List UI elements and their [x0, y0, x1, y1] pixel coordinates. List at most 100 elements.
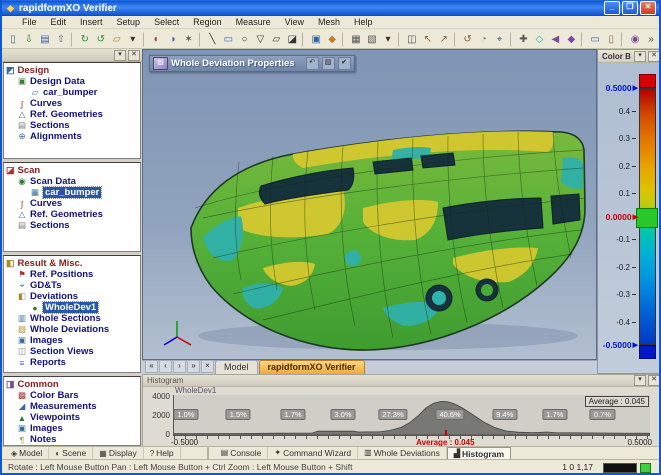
tree-item[interactable]: ▣Images — [6, 423, 140, 434]
tree-item[interactable]: ◫Section Views — [6, 346, 140, 357]
tree-item[interactable]: ⊕Alignments — [6, 131, 140, 142]
histogram-plot[interactable]: 1.0%1.5%1.7%3.0%27.3%40.6%9.4%1.7%0.7% A… — [173, 395, 650, 436]
tree-item[interactable]: ◧Deviations — [6, 291, 140, 302]
select-line-icon[interactable]: ╲ — [204, 31, 220, 48]
tree-section-title-design[interactable]: ◩ Design — [6, 64, 140, 76]
diamond-purple-icon[interactable]: ◆ — [563, 31, 579, 48]
whole-deviation-properties-toolbar[interactable]: ▨ Whole Deviation Properties ↶ ▨ ✔ — [149, 55, 355, 72]
tree-item[interactable]: △Ref. Geometries — [6, 109, 140, 120]
tree-item[interactable]: ◢Measurements — [6, 401, 140, 412]
tree-item[interactable]: ◉Scan Data — [6, 176, 140, 187]
pin-icon[interactable]: ▾ — [634, 375, 646, 386]
tree-item[interactable]: ▲Viewpoints — [6, 412, 140, 423]
menu-item[interactable]: Help — [348, 17, 379, 27]
tree-item[interactable]: ▤Sections — [6, 220, 140, 231]
tree-item[interactable]: ¶Notes — [6, 434, 140, 445]
tree-item[interactable]: ▩Color Bars — [6, 390, 140, 401]
tree-item[interactable]: ●WholeDev1 — [6, 302, 140, 313]
tab-scroll-first-button[interactable]: « — [145, 360, 158, 373]
tab-scroll-next-button[interactable]: › — [173, 360, 186, 373]
box-icon[interactable]: ▯ — [603, 31, 619, 48]
more-tools-icon[interactable]: » — [643, 31, 659, 48]
table-view-icon[interactable]: ▦ — [348, 31, 364, 48]
menu-item[interactable]: Insert — [74, 17, 109, 27]
open-folder-icon[interactable]: ▱ — [109, 31, 125, 48]
tab-help[interactable]: ?Help — [144, 447, 181, 459]
tree-item[interactable]: ∫Curves — [6, 198, 140, 209]
tab-display[interactable]: ▦Display — [93, 447, 143, 459]
pin-icon[interactable]: ▾ — [634, 51, 646, 62]
export-icon[interactable]: ⇧ — [53, 31, 69, 48]
spin-icon[interactable]: ◔ — [476, 31, 492, 48]
close-button[interactable]: ✕ — [640, 1, 656, 15]
tree-item[interactable]: ▣Design Data — [6, 76, 140, 87]
folder-dropdown-icon[interactable]: ▾ — [125, 31, 141, 48]
walkthrough-icon[interactable]: ✶ — [181, 31, 197, 48]
tree-section-title-result[interactable]: ◧ Result & Misc. — [6, 257, 140, 269]
colorbar-scale[interactable]: 0.5000 ▶ 0.0000 ▶ -0.5000 ▶ 0.40.30.20.1… — [602, 74, 656, 359]
tree-item[interactable]: ▱car_bumper — [6, 87, 140, 98]
close-icon[interactable]: ✕ — [128, 50, 140, 61]
save-icon[interactable]: ▤ — [37, 31, 53, 48]
maximize-button[interactable]: ❐ — [622, 1, 638, 15]
target-icon[interactable]: ⌖ — [492, 31, 508, 48]
tab-scene[interactable]: ◐Scene — [49, 447, 93, 459]
update-model-icon[interactable]: ↻ — [77, 31, 93, 48]
flag-in-icon[interactable]: ↗ — [436, 31, 452, 48]
menu-item[interactable]: Edit — [45, 17, 73, 27]
tree-item[interactable]: △Ref. Geometries — [6, 209, 140, 220]
tree-item[interactable]: ≡Reports — [6, 357, 140, 368]
tab-close-button[interactable]: × — [201, 360, 214, 373]
tab-model[interactable]: Model — [215, 360, 258, 374]
menu-item[interactable]: File — [16, 17, 43, 27]
snapshot-icon[interactable]: ▣ — [308, 31, 324, 48]
apply-button[interactable]: ✔ — [338, 57, 351, 70]
3d-viewport[interactable]: ▨ Whole Deviation Properties ↶ ▨ ✔ — [142, 49, 597, 360]
tab-scroll-last-button[interactable]: » — [187, 360, 200, 373]
tree-item[interactable]: ▤Sections — [6, 120, 140, 131]
minimize-button[interactable]: _ — [604, 1, 620, 15]
rotate-ccw-icon[interactable]: ↺ — [460, 31, 476, 48]
grid-options-icon[interactable]: ▧ — [364, 31, 380, 48]
colorbar-zero-band[interactable] — [636, 208, 658, 228]
texture-icon[interactable]: ◆ — [324, 31, 340, 48]
flag-out-icon[interactable]: ↖ — [420, 31, 436, 48]
tab-histogram[interactable]: ▟Histogram — [447, 447, 511, 460]
tree-item[interactable]: ⚑Ref. Positions — [6, 269, 140, 280]
diamond-cyan-icon[interactable]: ◇ — [531, 31, 547, 48]
close-icon[interactable]: ✕ — [648, 375, 660, 386]
select-freeform-icon[interactable]: ▱ — [268, 31, 284, 48]
menu-item[interactable]: Setup — [111, 17, 147, 27]
tree-item[interactable]: ▥Whole Sections — [6, 313, 140, 324]
menu-item[interactable]: Mesh — [312, 17, 346, 27]
rotate-view-icon[interactable]: ◐ — [149, 31, 165, 48]
tab-command-wizard[interactable]: ✦Command Wizard — [268, 447, 358, 459]
select-rectangle-icon[interactable]: ▭ — [220, 31, 236, 48]
tree-item[interactable]: ∫Curves — [6, 98, 140, 109]
close-icon[interactable]: ✕ — [648, 51, 660, 62]
bumper-model[interactable] — [143, 58, 597, 358]
title-bar[interactable]: ◆ rapidformXO Verifier _❐✕ — [2, 0, 659, 16]
tree-item[interactable]: ▣Images — [6, 335, 140, 346]
globe-view-icon[interactable]: ◑ — [165, 31, 181, 48]
import-icon[interactable]: ⇩ — [21, 31, 37, 48]
new-document-icon[interactable]: ▯ — [5, 31, 21, 48]
select-circle-icon[interactable]: ○ — [236, 31, 252, 48]
tree-item[interactable]: ▧Whole Deviations — [6, 324, 140, 335]
tab-rapidformxo-verifier[interactable]: rapidformXO Verifier — [259, 360, 365, 374]
pin-icon[interactable]: ▾ — [114, 50, 126, 61]
menu-item[interactable]: View — [279, 17, 310, 27]
select-polygon-icon[interactable]: ▽ — [252, 31, 268, 48]
menu-item[interactable]: Region — [187, 17, 228, 27]
material-sphere-icon[interactable]: ◉ — [627, 31, 643, 48]
tree-section-title-common[interactable]: ◨ Common — [6, 378, 140, 390]
tree-section-title-scan[interactable]: ◪ Scan — [6, 164, 140, 176]
tab-whole-deviations[interactable]: ▥Whole Deviations — [358, 447, 447, 459]
arrow-left-icon[interactable]: ◀ — [547, 31, 563, 48]
tab-console[interactable]: ▤Console — [215, 447, 269, 459]
tree-item[interactable]: ▦car_bumper — [6, 187, 140, 198]
monitor-icon[interactable]: ▭ — [587, 31, 603, 48]
menu-item[interactable]: Measure — [230, 17, 277, 27]
menu-item[interactable]: Select — [148, 17, 185, 27]
back-button[interactable]: ↶ — [306, 57, 319, 70]
